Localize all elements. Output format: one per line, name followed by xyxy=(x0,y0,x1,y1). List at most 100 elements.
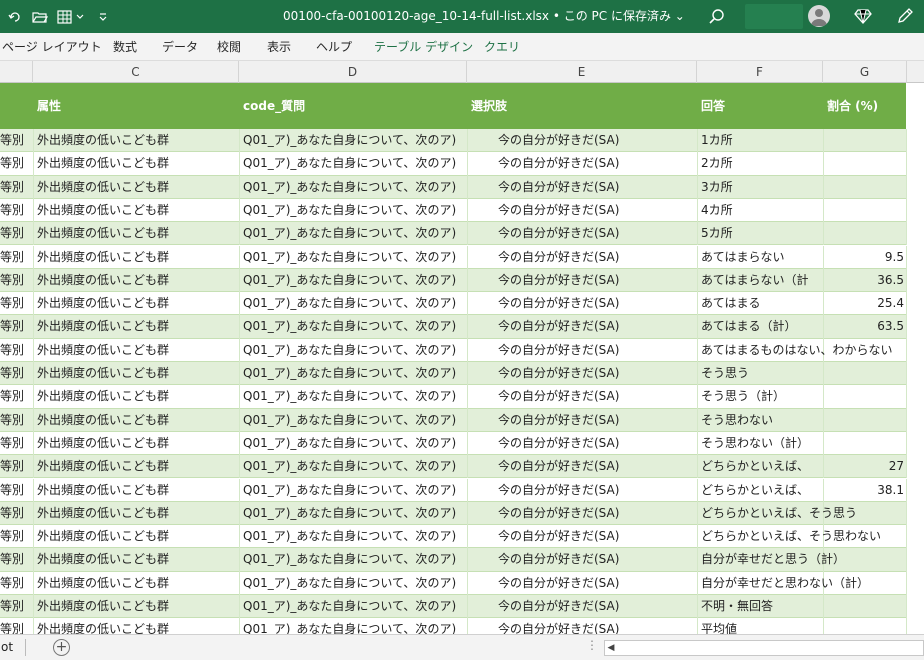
cell-ratio[interactable] xyxy=(823,432,904,455)
column-header-b[interactable] xyxy=(0,61,33,83)
cell-code-question[interactable]: Q01_ア)_あなた自身について、次のア) xyxy=(243,199,465,222)
window-title[interactable]: 00100-cfa-00100120-age_10-14-full-list.x… xyxy=(283,0,685,33)
cell-attribute[interactable]: 外出頻度の低いこども群 xyxy=(37,385,237,408)
cell-attribute[interactable]: 外出頻度の低いこども群 xyxy=(37,222,237,245)
cell-ratio[interactable] xyxy=(823,385,904,408)
cell-ratio[interactable] xyxy=(823,548,904,571)
cell-group[interactable]: 等別 xyxy=(0,525,31,548)
cell-group[interactable]: 等別 xyxy=(0,246,31,269)
cell-attribute[interactable]: 外出頻度の低いこども群 xyxy=(37,292,237,315)
cell-group[interactable]: 等別 xyxy=(0,199,31,222)
cell-group[interactable]: 等別 xyxy=(0,315,31,338)
cell-code-question[interactable]: Q01_ア)_あなた自身について、次のア) xyxy=(243,595,465,618)
account-name-area[interactable] xyxy=(745,4,803,29)
header-answer[interactable]: 回答 xyxy=(701,83,725,129)
table-format-icon[interactable] xyxy=(55,7,75,27)
horizontal-scrollbar[interactable] xyxy=(604,640,924,656)
cell-ratio[interactable] xyxy=(823,152,904,175)
diamond-icon[interactable] xyxy=(854,7,872,28)
column-header-d[interactable]: D xyxy=(239,61,467,83)
cell-choice[interactable]: 今の自分が好きだ(SA) xyxy=(498,152,694,175)
cell-code-question[interactable]: Q01_ア)_あなた自身について、次のア) xyxy=(243,525,465,548)
cell-code-question[interactable]: Q01_ア)_あなた自身について、次のア) xyxy=(243,479,465,502)
cell-choice[interactable]: 今の自分が好きだ(SA) xyxy=(498,269,694,292)
cell-ratio[interactable] xyxy=(823,502,904,525)
cell-group[interactable]: 等別 xyxy=(0,292,31,315)
cell-code-question[interactable]: Q01_ア)_あなた自身について、次のア) xyxy=(243,409,465,432)
tab-table-design[interactable]: テーブル デザイン xyxy=(374,33,473,61)
cell-choice[interactable]: 今の自分が好きだ(SA) xyxy=(498,525,694,548)
cell-choice[interactable]: 今の自分が好きだ(SA) xyxy=(498,548,694,571)
cell-choice[interactable]: 今の自分が好きだ(SA) xyxy=(498,595,694,618)
cell-attribute[interactable]: 外出頻度の低いこども群 xyxy=(37,315,237,338)
cell-attribute[interactable]: 外出頻度の低いこども群 xyxy=(37,525,237,548)
cell-group[interactable]: 等別 xyxy=(0,455,31,478)
cell-ratio[interactable] xyxy=(823,572,904,595)
tab-data[interactable]: データ xyxy=(162,33,198,61)
cell-attribute[interactable]: 外出頻度の低いこども群 xyxy=(37,176,237,199)
header-ratio[interactable]: 割合 (%) xyxy=(827,83,878,129)
cell-code-question[interactable]: Q01_ア)_あなた自身について、次のア) xyxy=(243,292,465,315)
column-header-e[interactable]: E xyxy=(467,61,697,83)
cell-choice[interactable]: 今の自分が好きだ(SA) xyxy=(498,315,694,338)
undo-icon[interactable] xyxy=(5,7,25,27)
cell-attribute[interactable]: 外出頻度の低いこども群 xyxy=(37,199,237,222)
cell-ratio[interactable] xyxy=(823,339,904,362)
cell-attribute[interactable]: 外出頻度の低いこども群 xyxy=(37,409,237,432)
header-attribute[interactable]: 属性 xyxy=(37,83,61,129)
pen-icon[interactable] xyxy=(896,7,914,28)
search-icon[interactable] xyxy=(706,6,728,28)
header-choice[interactable]: 選択肢 xyxy=(471,83,507,129)
open-folder-icon[interactable] xyxy=(30,7,50,27)
cell-choice[interactable]: 今の自分が好きだ(SA) xyxy=(498,502,694,525)
chevron-down-icon[interactable] xyxy=(75,7,85,27)
cell-group[interactable]: 等別 xyxy=(0,385,31,408)
cell-choice[interactable]: 今の自分が好きだ(SA) xyxy=(498,409,694,432)
cell-attribute[interactable]: 外出頻度の低いこども群 xyxy=(37,432,237,455)
worksheet-grid[interactable]: 属性 code_質問 選択肢 回答 割合 (%) 等別 外出頻度の低いこども群 Q0… xyxy=(0,83,924,634)
cell-attribute[interactable]: 外出頻度の低いこども群 xyxy=(37,479,237,502)
cell-choice[interactable]: 今の自分が好きだ(SA) xyxy=(498,222,694,245)
cell-group[interactable]: 等別 xyxy=(0,152,31,175)
cell-group[interactable]: 等別 xyxy=(0,432,31,455)
header-code-question[interactable]: code_質問 xyxy=(243,83,305,129)
cell-choice[interactable]: 今の自分が好きだ(SA) xyxy=(498,129,694,152)
cell-group[interactable]: 等別 xyxy=(0,595,31,618)
cell-choice[interactable]: 今の自分が好きだ(SA) xyxy=(498,292,694,315)
cell-choice[interactable]: 今の自分が好きだ(SA) xyxy=(498,572,694,595)
cell-ratio[interactable]: 25.4 xyxy=(823,292,904,315)
cell-attribute[interactable]: 外出頻度の低いこども群 xyxy=(37,339,237,362)
cell-code-question[interactable]: Q01_ア)_あなた自身について、次のア) xyxy=(243,362,465,385)
cell-code-question[interactable]: Q01_ア)_あなた自身について、次のア) xyxy=(243,339,465,362)
cell-attribute[interactable]: 外出頻度の低いこども群 xyxy=(37,129,237,152)
column-header-f[interactable]: F xyxy=(697,61,823,83)
cell-attribute[interactable]: 外出頻度の低いこども群 xyxy=(37,246,237,269)
cell-code-question[interactable]: Q01_ア)_あなた自身について、次のア) xyxy=(243,385,465,408)
tab-page-layout[interactable]: ページ レイアウト xyxy=(2,33,102,61)
cell-group[interactable]: 等別 xyxy=(0,409,31,432)
cell-ratio[interactable]: 27 xyxy=(823,455,904,478)
cell-ratio[interactable] xyxy=(823,199,904,222)
cell-choice[interactable]: 今の自分が好きだ(SA) xyxy=(498,385,694,408)
cell-choice[interactable]: 今の自分が好きだ(SA) xyxy=(498,339,694,362)
cell-attribute[interactable]: 外出頻度の低いこども群 xyxy=(37,269,237,292)
cell-attribute[interactable]: 外出頻度の低いこども群 xyxy=(37,595,237,618)
column-header-c[interactable]: C xyxy=(33,61,239,83)
cell-code-question[interactable]: Q01_ア)_あなた自身について、次のア) xyxy=(243,618,465,634)
cell-group[interactable]: 等別 xyxy=(0,618,31,634)
cell-group[interactable]: 等別 xyxy=(0,548,31,571)
scroll-left-icon[interactable]: ◀ xyxy=(604,640,618,656)
cell-code-question[interactable]: Q01_ア)_あなた自身について、次のア) xyxy=(243,572,465,595)
cell-group[interactable]: 等別 xyxy=(0,176,31,199)
cell-code-question[interactable]: Q01_ア)_あなた自身について、次のア) xyxy=(243,176,465,199)
cell-code-question[interactable]: Q01_ア)_あなた自身について、次のア) xyxy=(243,432,465,455)
split-handle[interactable]: ⋮ xyxy=(586,638,598,652)
cell-attribute[interactable]: 外出頻度の低いこども群 xyxy=(37,152,237,175)
cell-attribute[interactable]: 外出頻度の低いこども群 xyxy=(37,502,237,525)
cell-code-question[interactable]: Q01_ア)_あなた自身について、次のア) xyxy=(243,269,465,292)
cell-code-question[interactable]: Q01_ア)_あなた自身について、次のア) xyxy=(243,502,465,525)
cell-ratio[interactable]: 9.5 xyxy=(823,246,904,269)
cell-group[interactable]: 等別 xyxy=(0,572,31,595)
cell-choice[interactable]: 今の自分が好きだ(SA) xyxy=(498,199,694,222)
cell-code-question[interactable]: Q01_ア)_あなた自身について、次のア) xyxy=(243,548,465,571)
